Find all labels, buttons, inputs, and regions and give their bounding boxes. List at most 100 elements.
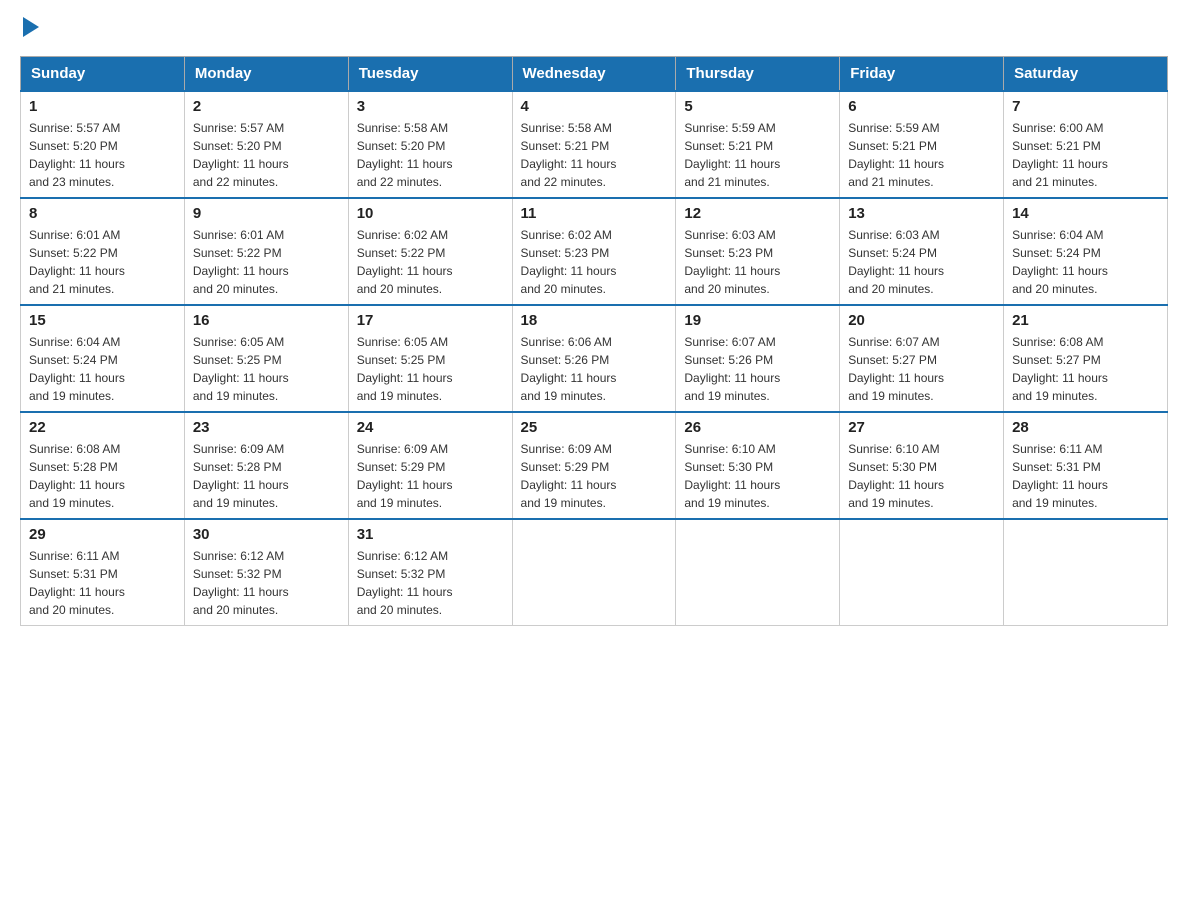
day-info: Sunrise: 6:12 AMSunset: 5:32 PMDaylight:… xyxy=(193,549,289,617)
day-number: 17 xyxy=(357,312,504,329)
day-number: 22 xyxy=(29,419,176,436)
day-info: Sunrise: 5:58 AMSunset: 5:21 PMDaylight:… xyxy=(521,121,617,189)
day-info: Sunrise: 6:10 AMSunset: 5:30 PMDaylight:… xyxy=(684,442,780,510)
day-info: Sunrise: 5:57 AMSunset: 5:20 PMDaylight:… xyxy=(193,121,289,189)
day-info: Sunrise: 6:01 AMSunset: 5:22 PMDaylight:… xyxy=(29,228,125,296)
calendar-cell: 4 Sunrise: 5:58 AMSunset: 5:21 PMDayligh… xyxy=(512,91,676,198)
day-info: Sunrise: 6:02 AMSunset: 5:22 PMDaylight:… xyxy=(357,228,453,296)
weekday-header-tuesday: Tuesday xyxy=(348,57,512,92)
calendar-cell: 5 Sunrise: 5:59 AMSunset: 5:21 PMDayligh… xyxy=(676,91,840,198)
day-number: 26 xyxy=(684,419,831,436)
day-info: Sunrise: 6:05 AMSunset: 5:25 PMDaylight:… xyxy=(357,335,453,403)
day-info: Sunrise: 6:06 AMSunset: 5:26 PMDaylight:… xyxy=(521,335,617,403)
day-number: 29 xyxy=(29,526,176,543)
day-number: 21 xyxy=(1012,312,1159,329)
calendar-cell: 20 Sunrise: 6:07 AMSunset: 5:27 PMDaylig… xyxy=(840,305,1004,412)
calendar-cell: 22 Sunrise: 6:08 AMSunset: 5:28 PMDaylig… xyxy=(21,412,185,519)
day-number: 20 xyxy=(848,312,995,329)
day-number: 24 xyxy=(357,419,504,436)
day-info: Sunrise: 5:59 AMSunset: 5:21 PMDaylight:… xyxy=(684,121,780,189)
day-number: 2 xyxy=(193,98,340,115)
day-info: Sunrise: 6:00 AMSunset: 5:21 PMDaylight:… xyxy=(1012,121,1108,189)
calendar-cell: 12 Sunrise: 6:03 AMSunset: 5:23 PMDaylig… xyxy=(676,198,840,305)
calendar-cell: 6 Sunrise: 5:59 AMSunset: 5:21 PMDayligh… xyxy=(840,91,1004,198)
calendar-cell: 7 Sunrise: 6:00 AMSunset: 5:21 PMDayligh… xyxy=(1004,91,1168,198)
calendar-cell: 19 Sunrise: 6:07 AMSunset: 5:26 PMDaylig… xyxy=(676,305,840,412)
day-info: Sunrise: 6:03 AMSunset: 5:24 PMDaylight:… xyxy=(848,228,944,296)
day-number: 12 xyxy=(684,205,831,222)
day-number: 8 xyxy=(29,205,176,222)
day-info: Sunrise: 6:07 AMSunset: 5:26 PMDaylight:… xyxy=(684,335,780,403)
calendar-week-row: 15 Sunrise: 6:04 AMSunset: 5:24 PMDaylig… xyxy=(21,305,1168,412)
day-number: 15 xyxy=(29,312,176,329)
calendar-cell xyxy=(840,519,1004,626)
calendar-cell xyxy=(512,519,676,626)
day-info: Sunrise: 6:10 AMSunset: 5:30 PMDaylight:… xyxy=(848,442,944,510)
day-number: 18 xyxy=(521,312,668,329)
day-info: Sunrise: 6:05 AMSunset: 5:25 PMDaylight:… xyxy=(193,335,289,403)
day-number: 3 xyxy=(357,98,504,115)
calendar-cell: 2 Sunrise: 5:57 AMSunset: 5:20 PMDayligh… xyxy=(184,91,348,198)
day-number: 11 xyxy=(521,205,668,222)
day-info: Sunrise: 6:02 AMSunset: 5:23 PMDaylight:… xyxy=(521,228,617,296)
day-info: Sunrise: 6:01 AMSunset: 5:22 PMDaylight:… xyxy=(193,228,289,296)
logo xyxy=(20,20,39,40)
weekday-header-thursday: Thursday xyxy=(676,57,840,92)
calendar-cell: 14 Sunrise: 6:04 AMSunset: 5:24 PMDaylig… xyxy=(1004,198,1168,305)
calendar-week-row: 29 Sunrise: 6:11 AMSunset: 5:31 PMDaylig… xyxy=(21,519,1168,626)
calendar-cell: 23 Sunrise: 6:09 AMSunset: 5:28 PMDaylig… xyxy=(184,412,348,519)
day-number: 25 xyxy=(521,419,668,436)
day-info: Sunrise: 6:07 AMSunset: 5:27 PMDaylight:… xyxy=(848,335,944,403)
day-info: Sunrise: 6:08 AMSunset: 5:27 PMDaylight:… xyxy=(1012,335,1108,403)
calendar-cell: 8 Sunrise: 6:01 AMSunset: 5:22 PMDayligh… xyxy=(21,198,185,305)
day-number: 23 xyxy=(193,419,340,436)
weekday-header-friday: Friday xyxy=(840,57,1004,92)
calendar-cell: 18 Sunrise: 6:06 AMSunset: 5:26 PMDaylig… xyxy=(512,305,676,412)
calendar-cell: 3 Sunrise: 5:58 AMSunset: 5:20 PMDayligh… xyxy=(348,91,512,198)
day-number: 27 xyxy=(848,419,995,436)
calendar-cell: 15 Sunrise: 6:04 AMSunset: 5:24 PMDaylig… xyxy=(21,305,185,412)
day-info: Sunrise: 6:08 AMSunset: 5:28 PMDaylight:… xyxy=(29,442,125,510)
calendar-cell: 27 Sunrise: 6:10 AMSunset: 5:30 PMDaylig… xyxy=(840,412,1004,519)
day-number: 9 xyxy=(193,205,340,222)
day-info: Sunrise: 6:04 AMSunset: 5:24 PMDaylight:… xyxy=(1012,228,1108,296)
day-info: Sunrise: 5:59 AMSunset: 5:21 PMDaylight:… xyxy=(848,121,944,189)
calendar-cell: 31 Sunrise: 6:12 AMSunset: 5:32 PMDaylig… xyxy=(348,519,512,626)
day-number: 5 xyxy=(684,98,831,115)
day-number: 7 xyxy=(1012,98,1159,115)
weekday-header-monday: Monday xyxy=(184,57,348,92)
day-number: 30 xyxy=(193,526,340,543)
calendar-cell: 30 Sunrise: 6:12 AMSunset: 5:32 PMDaylig… xyxy=(184,519,348,626)
day-info: Sunrise: 6:03 AMSunset: 5:23 PMDaylight:… xyxy=(684,228,780,296)
calendar-cell: 13 Sunrise: 6:03 AMSunset: 5:24 PMDaylig… xyxy=(840,198,1004,305)
day-number: 14 xyxy=(1012,205,1159,222)
calendar-cell: 16 Sunrise: 6:05 AMSunset: 5:25 PMDaylig… xyxy=(184,305,348,412)
day-info: Sunrise: 5:57 AMSunset: 5:20 PMDaylight:… xyxy=(29,121,125,189)
calendar-cell xyxy=(1004,519,1168,626)
logo-arrow-icon xyxy=(23,17,39,37)
weekday-header-row: SundayMondayTuesdayWednesdayThursdayFrid… xyxy=(21,57,1168,92)
day-info: Sunrise: 6:11 AMSunset: 5:31 PMDaylight:… xyxy=(1012,442,1108,510)
day-number: 1 xyxy=(29,98,176,115)
calendar-week-row: 1 Sunrise: 5:57 AMSunset: 5:20 PMDayligh… xyxy=(21,91,1168,198)
calendar-cell: 28 Sunrise: 6:11 AMSunset: 5:31 PMDaylig… xyxy=(1004,412,1168,519)
day-info: Sunrise: 6:09 AMSunset: 5:29 PMDaylight:… xyxy=(357,442,453,510)
calendar-cell: 26 Sunrise: 6:10 AMSunset: 5:30 PMDaylig… xyxy=(676,412,840,519)
calendar-cell: 21 Sunrise: 6:08 AMSunset: 5:27 PMDaylig… xyxy=(1004,305,1168,412)
calendar-table: SundayMondayTuesdayWednesdayThursdayFrid… xyxy=(20,56,1168,626)
calendar-week-row: 22 Sunrise: 6:08 AMSunset: 5:28 PMDaylig… xyxy=(21,412,1168,519)
day-number: 10 xyxy=(357,205,504,222)
weekday-header-sunday: Sunday xyxy=(21,57,185,92)
day-number: 4 xyxy=(521,98,668,115)
calendar-cell: 11 Sunrise: 6:02 AMSunset: 5:23 PMDaylig… xyxy=(512,198,676,305)
day-info: Sunrise: 6:04 AMSunset: 5:24 PMDaylight:… xyxy=(29,335,125,403)
calendar-cell xyxy=(676,519,840,626)
calendar-cell: 17 Sunrise: 6:05 AMSunset: 5:25 PMDaylig… xyxy=(348,305,512,412)
calendar-cell: 29 Sunrise: 6:11 AMSunset: 5:31 PMDaylig… xyxy=(21,519,185,626)
calendar-week-row: 8 Sunrise: 6:01 AMSunset: 5:22 PMDayligh… xyxy=(21,198,1168,305)
day-number: 19 xyxy=(684,312,831,329)
calendar-cell: 1 Sunrise: 5:57 AMSunset: 5:20 PMDayligh… xyxy=(21,91,185,198)
weekday-header-saturday: Saturday xyxy=(1004,57,1168,92)
page-header xyxy=(20,20,1168,40)
day-number: 13 xyxy=(848,205,995,222)
